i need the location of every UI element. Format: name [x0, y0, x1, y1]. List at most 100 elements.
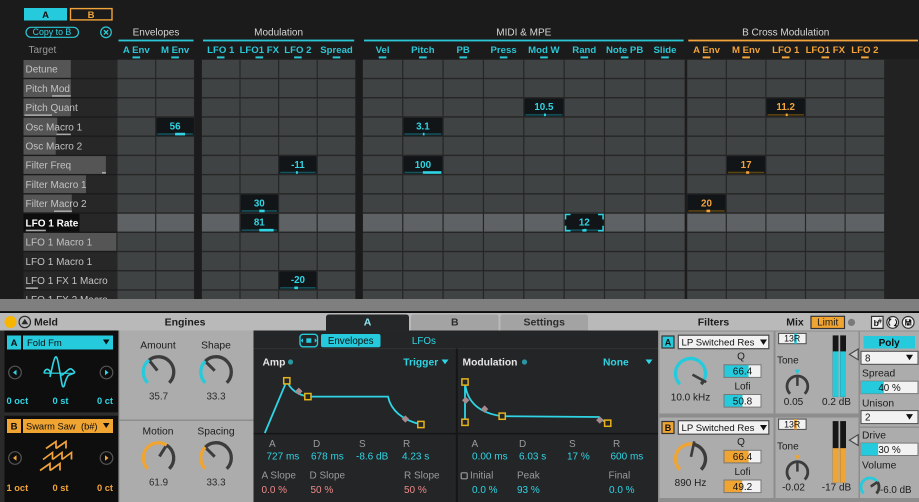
svg-text:66.4: 66.4: [733, 367, 753, 378]
svg-text:LFO 2: LFO 2: [284, 45, 311, 56]
svg-text:MIDI & MPE: MIDI & MPE: [496, 28, 551, 39]
svg-text:Initial: Initial: [470, 470, 493, 481]
svg-text:50 %: 50 %: [404, 485, 427, 496]
svg-text:Note PB: Note PB: [606, 45, 643, 56]
svg-text:0.0 %: 0.0 %: [262, 485, 288, 496]
svg-text:Trigger: Trigger: [403, 358, 438, 369]
svg-text:LFO1 FX: LFO1 FX: [806, 45, 846, 56]
svg-text:30 %: 30 %: [878, 445, 901, 456]
svg-text:Amount: Amount: [140, 341, 176, 352]
svg-text:A: A: [472, 439, 479, 450]
svg-text:-11: -11: [291, 160, 305, 171]
svg-text:Rand: Rand: [572, 45, 596, 56]
svg-text:49.2: 49.2: [733, 482, 753, 493]
svg-text:12: 12: [579, 218, 590, 229]
svg-text:0 ct: 0 ct: [97, 396, 113, 406]
svg-text:Tone: Tone: [777, 356, 799, 367]
svg-text:B: B: [11, 421, 18, 432]
svg-text:Spacing: Spacing: [197, 427, 234, 438]
svg-text:A: A: [665, 337, 672, 347]
svg-text:Spread: Spread: [320, 45, 353, 56]
svg-text:4.23 s: 4.23 s: [402, 452, 429, 463]
svg-text:Fold Fm: Fold Fm: [27, 338, 62, 349]
svg-text:66.4: 66.4: [733, 452, 753, 463]
svg-text:LFO 1 Macro 1: LFO 1 Macro 1: [26, 257, 93, 268]
svg-text:600 ms: 600 ms: [611, 452, 644, 463]
svg-text:Osc Macro 2: Osc Macro 2: [26, 142, 83, 153]
svg-text:Amp: Amp: [263, 358, 286, 369]
svg-text:Filter Freq: Filter Freq: [26, 161, 72, 172]
svg-text:(b#): (b#): [81, 421, 98, 431]
svg-text:Mix: Mix: [786, 317, 804, 329]
svg-text:35.7: 35.7: [149, 392, 168, 403]
svg-text:B Cross Modulation: B Cross Modulation: [742, 28, 829, 39]
svg-text:Lofi: Lofi: [734, 381, 750, 392]
svg-text:Mod W: Mod W: [528, 45, 560, 56]
svg-text:0.05: 0.05: [784, 397, 804, 408]
svg-text:LFO 1 Rate: LFO 1 Rate: [26, 218, 79, 229]
svg-text:0.00 ms: 0.00 ms: [472, 452, 508, 463]
svg-text:Pitch Quant: Pitch Quant: [26, 103, 78, 114]
svg-text:Drive: Drive: [862, 430, 886, 441]
svg-text:61.9: 61.9: [149, 478, 168, 489]
svg-text:Envelopes: Envelopes: [328, 336, 374, 347]
svg-text:6.03 s: 6.03 s: [519, 452, 546, 463]
svg-text:678 ms: 678 ms: [311, 452, 344, 463]
svg-text:A Env: A Env: [693, 45, 720, 56]
svg-text:Poly: Poly: [879, 338, 901, 349]
svg-text:LFO 1 FX 1 Macro: LFO 1 FX 1 Macro: [26, 276, 109, 287]
svg-text:B: B: [665, 423, 672, 433]
svg-text:Copy to B: Copy to B: [33, 27, 72, 37]
svg-text:R Slope: R Slope: [404, 470, 440, 481]
svg-text:Pitch: Pitch: [411, 45, 435, 56]
svg-text:Modulation: Modulation: [463, 358, 518, 369]
svg-text:11.2: 11.2: [776, 102, 795, 113]
svg-text:Q: Q: [737, 352, 745, 363]
svg-text:13R: 13R: [784, 419, 800, 429]
svg-text:20: 20: [701, 198, 712, 209]
svg-text:Detune: Detune: [26, 65, 59, 76]
svg-text:D Slope: D Slope: [310, 470, 346, 481]
svg-text:None: None: [603, 358, 629, 369]
svg-text:B: B: [451, 317, 459, 329]
svg-text:40 %: 40 %: [878, 383, 901, 394]
svg-text:Vel: Vel: [376, 45, 390, 56]
svg-text:Swarm Saw: Swarm Saw: [26, 421, 76, 431]
svg-text:100: 100: [415, 160, 432, 171]
svg-text:Engines: Engines: [165, 317, 206, 329]
svg-text:8: 8: [865, 353, 871, 364]
svg-text:D: D: [519, 439, 526, 450]
svg-text:13R: 13R: [784, 334, 800, 344]
svg-text:A: A: [269, 439, 276, 450]
svg-text:Spread: Spread: [862, 369, 895, 380]
svg-text:A: A: [11, 338, 18, 349]
svg-text:10.0 kHz: 10.0 kHz: [671, 393, 710, 404]
svg-text:PB: PB: [457, 45, 470, 56]
svg-text:D: D: [313, 439, 320, 450]
svg-text:0 oct: 0 oct: [7, 396, 29, 406]
svg-text:A: A: [364, 317, 372, 329]
svg-text:0 st: 0 st: [52, 483, 68, 493]
svg-text:33.3: 33.3: [206, 392, 226, 403]
svg-text:0.0 %: 0.0 %: [472, 485, 498, 496]
svg-text:Slide: Slide: [654, 45, 677, 56]
svg-text:0.0 %: 0.0 %: [609, 485, 635, 496]
svg-text:Unison: Unison: [862, 398, 894, 409]
svg-text:1 oct: 1 oct: [7, 483, 29, 493]
svg-text:Motion: Motion: [143, 427, 174, 438]
svg-text:890 Hz: 890 Hz: [675, 478, 707, 489]
svg-text:Filter Macro 1: Filter Macro 1: [26, 180, 88, 191]
svg-text:Lofi: Lofi: [734, 467, 750, 478]
svg-text:S: S: [569, 439, 576, 450]
svg-text:Filters: Filters: [698, 317, 730, 329]
svg-text:LP Switched Res: LP Switched Res: [682, 423, 755, 434]
svg-text:-0.02: -0.02: [782, 483, 805, 494]
svg-text:A Slope: A Slope: [262, 470, 297, 481]
svg-text:Press: Press: [491, 45, 517, 56]
svg-text:LFOs: LFOs: [412, 336, 436, 347]
svg-text:R: R: [403, 439, 410, 450]
svg-text:17: 17: [741, 160, 752, 171]
svg-text:0 ct: 0 ct: [97, 483, 113, 493]
svg-text:S: S: [359, 439, 366, 450]
svg-text:30: 30: [254, 198, 265, 209]
